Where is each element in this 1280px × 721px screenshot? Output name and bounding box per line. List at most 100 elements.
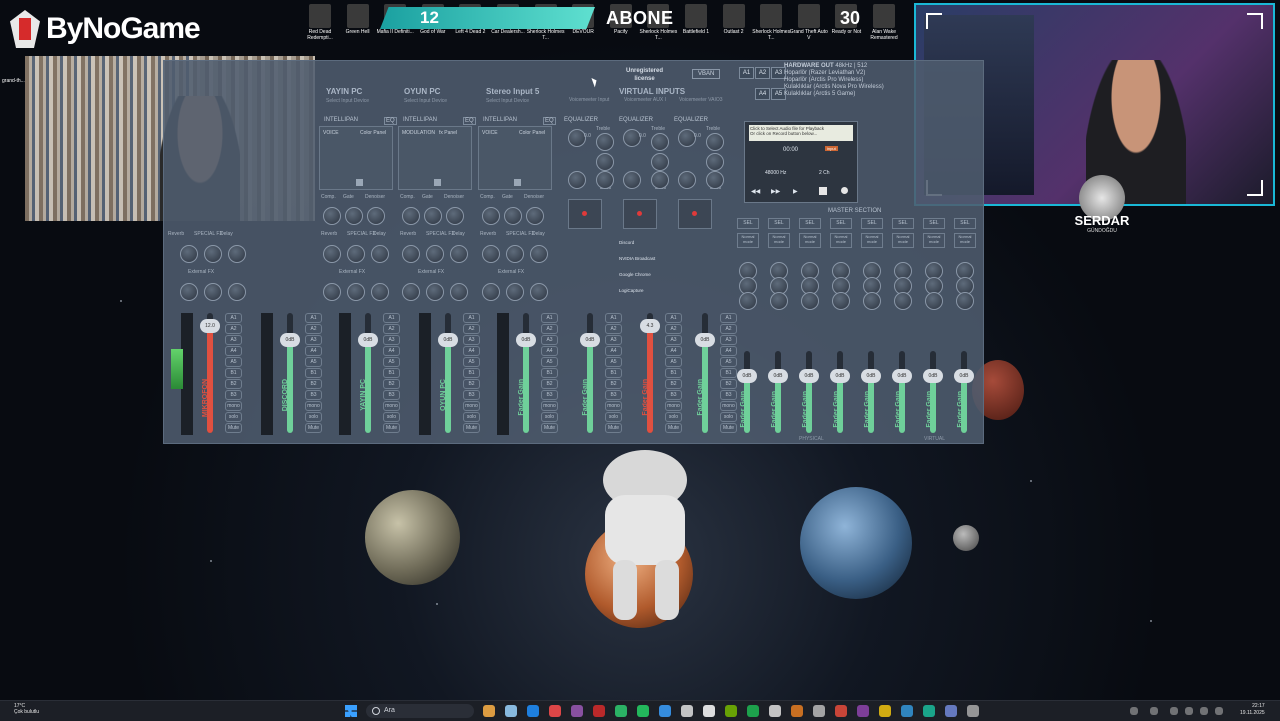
taskbar-app-icon[interactable] (637, 705, 649, 717)
taskbar-app-icon[interactable] (615, 705, 627, 717)
taskbar-app-icon[interactable] (703, 705, 715, 717)
master-mode-button[interactable]: Normal mode (954, 233, 976, 248)
out-a1-button[interactable]: A1 (739, 67, 754, 79)
bus-b3-button[interactable]: B3 (225, 390, 242, 400)
fader-knob[interactable]: 0dB (516, 333, 536, 347)
master-sel-button[interactable]: SEL (768, 218, 790, 229)
bus-a3-button[interactable]: A3 (463, 335, 480, 345)
bus-a3-button[interactable]: A3 (605, 335, 622, 345)
fx-knob[interactable] (371, 283, 389, 301)
bus-b1-button[interactable]: B1 (605, 368, 622, 378)
intellipan-pad[interactable]: VOICE Color Panel (319, 126, 393, 190)
bus-a2-button[interactable]: A2 (383, 324, 400, 334)
master-fader-knob[interactable]: 0dB (799, 369, 819, 383)
eq-knob[interactable] (678, 171, 696, 189)
fx-knob[interactable] (482, 245, 500, 263)
bus-mono-button[interactable]: mono (665, 401, 682, 411)
bus-a1-button[interactable]: A1 (225, 313, 242, 323)
knob-control[interactable] (504, 207, 522, 225)
fx-knob[interactable] (426, 283, 444, 301)
master-knob[interactable] (832, 292, 850, 310)
knob-control[interactable] (526, 207, 544, 225)
master-mode-button[interactable]: Normal mode (861, 233, 883, 248)
taskbar-app-icon[interactable] (505, 705, 517, 717)
bus-mono-button[interactable]: mono (463, 401, 480, 411)
knob-control[interactable] (402, 207, 420, 225)
bus-a2-button[interactable]: A2 (225, 324, 242, 334)
master-knob[interactable] (863, 292, 881, 310)
rewind-icon[interactable]: ◀◀ (751, 188, 760, 195)
bus-a1-button[interactable]: A1 (383, 313, 400, 323)
master-mode-button[interactable]: Normal mode (830, 233, 852, 248)
intellipan-handle[interactable] (514, 179, 521, 186)
bus-b1-button[interactable]: B1 (720, 368, 737, 378)
bus-a5-button[interactable]: A5 (720, 357, 737, 367)
fx-knob[interactable] (204, 283, 222, 301)
app-nvidia-broadcast[interactable]: NVIDIA Broadcast (619, 251, 671, 267)
fx-knob[interactable] (450, 283, 468, 301)
tray-icon[interactable] (1215, 707, 1223, 715)
hardware-device[interactable]: Hoparlör (Arctis Pro Wireless) (784, 77, 884, 84)
out-a4-button[interactable]: A4 (755, 88, 770, 100)
bus-mono-button[interactable]: mono (541, 401, 558, 411)
tray-icon[interactable] (1150, 707, 1158, 715)
game-shortcut[interactable]: Alan Wake Remastered (864, 2, 904, 41)
master-fader-knob[interactable]: 0dB (737, 369, 757, 383)
bus-b3-button[interactable]: B3 (665, 390, 682, 400)
master-sel-button[interactable]: SEL (954, 218, 976, 229)
taskbar-search[interactable]: Ara (366, 704, 474, 718)
vban-button[interactable]: VBAN (692, 69, 721, 79)
game-shortcut[interactable]: Sherlock Holmes T... (751, 2, 791, 41)
fx-knob[interactable] (402, 283, 420, 301)
bus-solo-button[interactable]: solo (383, 412, 400, 422)
master-mode-button[interactable]: Normal mode (768, 233, 790, 248)
fx-knob[interactable] (180, 283, 198, 301)
bus-a2-button[interactable]: A2 (541, 324, 558, 334)
hardware-device[interactable]: Kulaklıklar (Arctis Nova Pro Wireless) (784, 84, 884, 91)
taskbar-app-icon[interactable] (593, 705, 605, 717)
bus-b3-button[interactable]: B3 (383, 390, 400, 400)
eq-toggle-button[interactable]: EQ (463, 117, 476, 125)
taskbar-app-icon[interactable] (791, 705, 803, 717)
bus-a4-button[interactable]: A4 (541, 346, 558, 356)
strip-title[interactable]: Stereo Input 5 (486, 87, 539, 96)
desktop-shortcut-label[interactable]: grand-th... (2, 78, 25, 84)
app-logicapture[interactable]: LogiCapture (619, 283, 671, 299)
taskbar-app-icon[interactable] (769, 705, 781, 717)
cassette-recorder[interactable]: Click to Select Audio file for Playback … (744, 121, 858, 203)
intellipan-handle[interactable] (434, 179, 441, 186)
fx-knob[interactable] (506, 245, 524, 263)
master-mode-button[interactable]: Normal mode (737, 233, 759, 248)
bus-b3-button[interactable]: B3 (720, 390, 737, 400)
master-sel-button[interactable]: SEL (799, 218, 821, 229)
bus-b1-button[interactable]: B1 (305, 368, 322, 378)
taskbar-app-icon[interactable] (857, 705, 869, 717)
hardware-out-list[interactable]: HARDWARE OUT 48kHz | 512 Hoparlör (Razer… (784, 63, 884, 98)
strip-subtitle[interactable]: Select Input Device (326, 98, 369, 104)
bus-solo-button[interactable]: solo (665, 412, 682, 422)
master-sel-button[interactable]: SEL (892, 218, 914, 229)
bus-solo-button[interactable]: solo (225, 412, 242, 422)
app-discord[interactable]: Discord (619, 235, 671, 251)
master-knob[interactable] (801, 292, 819, 310)
knob-control[interactable] (345, 207, 363, 225)
bus-b1-button[interactable]: B1 (225, 368, 242, 378)
taskbar-app-icon[interactable] (483, 705, 495, 717)
bus-mute-button[interactable]: Mute (383, 423, 400, 433)
fx-knob[interactable] (180, 245, 198, 263)
game-shortcut[interactable]: Green Hell (338, 2, 378, 35)
bus-b2-button[interactable]: B2 (305, 379, 322, 389)
fx-knob[interactable] (204, 245, 222, 263)
treble-knob[interactable] (596, 133, 614, 151)
hardware-device[interactable]: Hoparlör (Razer Leviathan V2) (784, 70, 884, 77)
fx-knob[interactable] (506, 283, 524, 301)
fx-knob[interactable] (402, 245, 420, 263)
bus-solo-button[interactable]: solo (305, 412, 322, 422)
tray-icon[interactable] (1200, 707, 1208, 715)
fx-knob[interactable] (450, 245, 468, 263)
fx-knob[interactable] (228, 283, 246, 301)
pan-dot[interactable] (637, 211, 642, 216)
fader-track[interactable] (365, 313, 371, 433)
voicemeeter-window[interactable]: YAYIN PC Select Input Device OYUN PC Sel… (163, 60, 984, 444)
bus-mute-button[interactable]: Mute (305, 423, 322, 433)
